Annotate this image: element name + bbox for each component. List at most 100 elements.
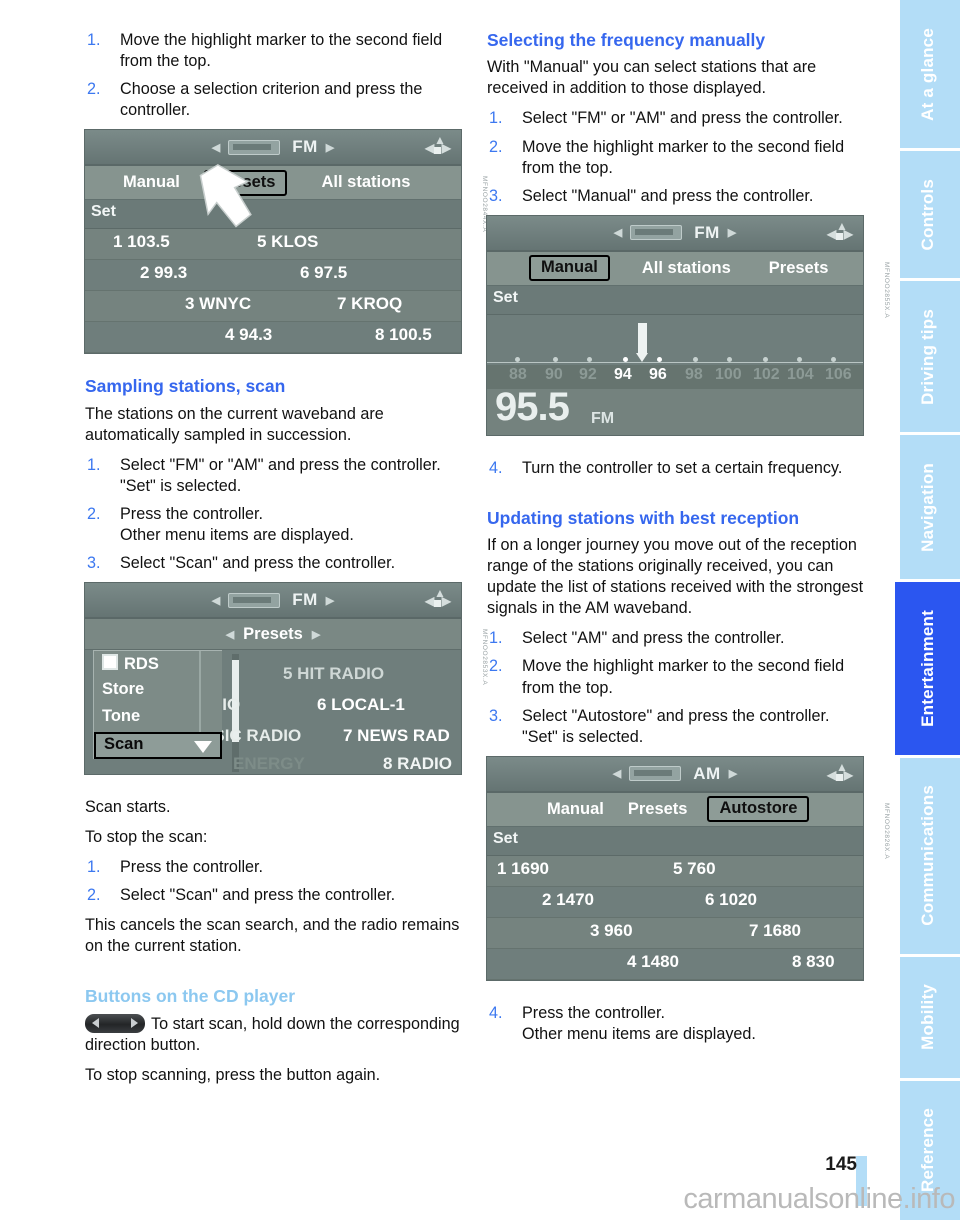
list-item: 1. Press the controller. <box>85 857 467 878</box>
figure-scan-menu: ◀ FM ▶ ◀ ▶ ▲ ◀ Presets ▶ 5 HIT RADIO DIO… <box>85 583 488 775</box>
corner-box-icon <box>836 773 843 781</box>
update-steps-list: 1. Select "AM" and press the controller.… <box>487 628 869 747</box>
radio-chip-icon <box>629 766 682 782</box>
screen-topbar: ◀ FM ▶ ◀ ▶ ▲ <box>487 215 863 252</box>
step-number: 2. <box>87 80 101 99</box>
table-row: 1 103.5 5 KLOS <box>85 229 461 261</box>
step-text: Move the highlight marker to the second … <box>522 657 845 697</box>
frequency-display: 95.5 FM <box>487 385 863 435</box>
step-text: Move the highlight marker to the second … <box>522 137 845 177</box>
table-row: 2 1470 6 1020 <box>487 886 863 918</box>
dial-tick-label: 106 <box>825 365 852 383</box>
cd-rocker-button-icon <box>85 1013 145 1033</box>
waveband-label: FM <box>292 590 318 610</box>
step-subtext: "Set" is selected. <box>120 476 242 495</box>
corner-nav-icon: ◀ ▶ ▲ <box>425 586 451 612</box>
sidebar-item-at-a-glance[interactable]: At a glance <box>895 0 960 152</box>
step-text: Select "Scan" and press the controller. <box>120 553 396 572</box>
sidebar-item-label: Driving tips <box>917 308 937 405</box>
step-subtext: "Set" is selected. <box>522 727 644 746</box>
scan-starts-text: Scan starts. <box>85 798 171 817</box>
preset-item: 5 HIT RADIO <box>283 664 385 684</box>
sidebar-item-controls[interactable]: Controls <box>895 151 960 281</box>
figure-caption: MFNOO2826X.A <box>883 802 890 860</box>
sidebar-divider <box>895 956 900 1078</box>
chevron-down-icon <box>194 741 212 754</box>
set-label: Set <box>493 829 518 847</box>
step-number: 1. <box>87 455 101 474</box>
step-number: 1. <box>489 109 503 128</box>
dial-tick-label: 104 <box>787 365 814 383</box>
manual-intro-text: With "Manual" you can select stations th… <box>487 58 817 98</box>
step-text: Select "Autostore" and press the control… <box>522 706 830 725</box>
page-title-manual-freq: Selecting the frequency manually <box>487 30 766 50</box>
stop-steps-list: 1. Press the controller. 2. Select "Scan… <box>85 857 467 906</box>
frequency-value: 95.5 <box>495 384 570 429</box>
screen-tabs: Manual Presets All stations <box>85 166 461 201</box>
preset-right: 7 KROQ <box>337 294 403 314</box>
right-column: Selecting the frequency manually With "M… <box>487 30 890 1054</box>
waveband-label: AM <box>693 763 721 783</box>
corner-up-icon: ▲ <box>836 759 848 774</box>
dial-tick-label: 88 <box>509 365 527 383</box>
right-arrow-icon: ▶ <box>325 594 335 607</box>
sidebar-item-communications[interactable]: Communications <box>895 757 960 957</box>
tab-all-stations: All stations <box>641 258 731 277</box>
stop-scanning-text: To stop scanning, press the button again… <box>85 1065 381 1084</box>
sidebar-item-mobility[interactable]: Mobility <box>895 956 960 1081</box>
list-item: 1. Select "FM" or "AM" and press the con… <box>85 455 467 497</box>
step-text: Select "AM" and press the controller. <box>522 629 785 648</box>
preset-list-background: 5 HIT RADIO R DIO 6 LOCAL-1 A SIC RADIO … <box>193 650 461 774</box>
table-row: 1 1690 5 760 <box>487 855 863 887</box>
step-text: Select "Manual" and press the controller… <box>522 186 814 205</box>
preset-left: 4 94.3 <box>225 325 273 345</box>
screen-tabs: Manual Presets Autostore <box>487 792 863 827</box>
dial-tick-label: 92 <box>579 365 597 383</box>
corner-box-icon <box>434 600 441 608</box>
checkbox-icon <box>102 654 118 671</box>
tab-all-stations: All stations <box>321 173 411 192</box>
sidebar-item-label: Entertainment <box>917 610 937 727</box>
page-number: 145 <box>825 1154 857 1175</box>
list-item: 3. Select "Scan" and press the controlle… <box>85 553 467 574</box>
page-title-updating: Updating stations with best reception <box>487 507 800 528</box>
corner-up-icon: ▲ <box>434 133 446 148</box>
tab-autostore: Autostore <box>707 796 810 823</box>
dial-needle-icon <box>636 322 648 362</box>
sidebar-divider <box>895 435 900 580</box>
sidebar-item-label: Controls <box>917 178 937 251</box>
context-menu: RDS Store Tone Scan <box>93 650 222 760</box>
step-number: 2. <box>489 137 503 156</box>
scan-steps-list: 1. Select "FM" or "AM" and press the con… <box>85 455 467 574</box>
step-4-list: 4. Turn the controller to set a certain … <box>487 458 869 479</box>
preset-list: 1 103.5 5 KLOS 2 99.3 6 97.5 3 WNYC 7 KR… <box>85 229 461 354</box>
sidebar-item-label: Communications <box>917 785 937 926</box>
radio-chip-icon <box>630 225 683 241</box>
figure-manual-tuning: ◀ FM ▶ ◀ ▶ ▲ Manual All stations Presets <box>487 215 890 435</box>
sidebar-item-entertainment[interactable]: Entertainment <box>895 582 960 758</box>
corner-nav-icon: ◀ ▶ ▲ <box>827 218 853 245</box>
preset-left: 1 103.5 <box>113 232 170 252</box>
tab-manual: Manual <box>123 173 180 192</box>
corner-up-icon: ▲ <box>836 218 848 233</box>
list-item: 2. Move the highlight marker to the seco… <box>487 656 869 698</box>
step-text: Press the controller. <box>522 1003 666 1022</box>
screen-topbar: ◀ AM ▶ ◀ ▶ ▲ <box>487 756 863 793</box>
menu-item-scan: Scan <box>94 732 222 760</box>
preset-right: 5 KLOS <box>257 232 319 252</box>
sidebar-item-driving-tips[interactable]: Driving tips <box>895 280 960 436</box>
corner-left-icon: ◀ <box>827 767 837 782</box>
radio-chip-icon <box>228 592 281 608</box>
preset-left: 1 1690 <box>497 858 549 878</box>
step-subtext: Other menu items are displayed. <box>522 1024 756 1043</box>
tuner-dial: 88 90 92 94 96 98 100 102 104 106 <box>487 314 863 389</box>
sidebar-item-navigation[interactable]: Navigation <box>895 435 960 583</box>
right-triangle-icon <box>131 1017 138 1028</box>
step-number: 1. <box>87 31 101 49</box>
sidebar-divider <box>895 280 900 433</box>
waveband-label: FM <box>292 137 318 157</box>
sidebar-item-label: At a glance <box>917 27 937 121</box>
corner-box-icon <box>434 147 441 155</box>
list-item: 1. Move the highlight marker to the seco… <box>85 30 467 72</box>
step-text: Turn the controller to set a certain fre… <box>522 458 843 477</box>
